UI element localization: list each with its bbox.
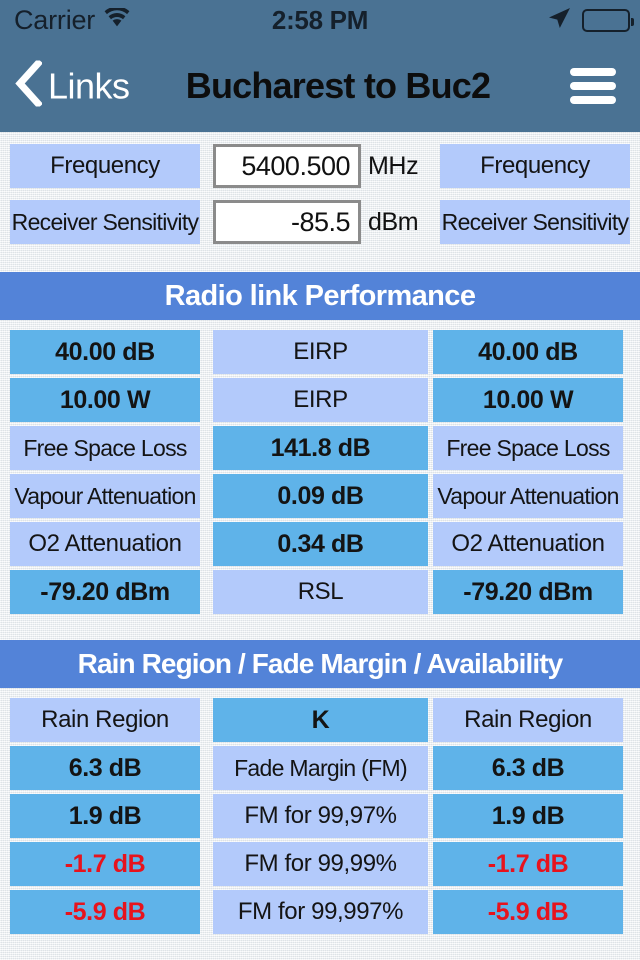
table-cell-left: Vapour Attenuation [10, 474, 200, 518]
right-label-receiver-sensitivity: Receiver Sensitivity [440, 200, 630, 244]
table-cell-right: O2 Attenuation [433, 522, 623, 566]
table-row: 6.3 dB Fade Margin (FM) 6.3 dB [10, 746, 630, 790]
hamburger-menu-icon[interactable] [570, 68, 616, 104]
page-title: Bucharest to Buc2 [185, 65, 491, 106]
table-cell-center: EIRP [213, 378, 428, 422]
table-cell-right: 10.00 W [433, 378, 623, 422]
table-cell-center: FM for 99,99% [213, 842, 428, 886]
table-cell-right: -5.9 dB [433, 890, 623, 934]
table-cell-left: O2 Attenuation [10, 522, 200, 566]
clock-label: 2:58 PM [271, 4, 369, 35]
table-row: Vapour Attenuation 0.09 dB Vapour Attenuat… [10, 474, 630, 518]
table-cell-center: FM for 99,997% [213, 890, 428, 934]
section-header-radio-link-performance: Radio link Performance [0, 272, 640, 320]
table-row: -5.9 dB FM for 99,997% -5.9 dB [10, 890, 630, 934]
table-cell-left: 6.3 dB [10, 746, 200, 790]
table-row: 1.9 dB FM for 99,97% 1.9 dB [10, 794, 630, 838]
location-arrow-icon [546, 6, 572, 35]
input-row-frequency: Frequency MHz Frequency [10, 142, 630, 190]
table-row: Free Space Loss 141.8 dB Free Space Loss [10, 426, 630, 470]
table-cell-center: K [213, 698, 428, 742]
table-cell-center: EIRP [213, 330, 428, 374]
frequency-input[interactable] [213, 144, 361, 188]
receiver-sensitivity-input[interactable] [213, 200, 361, 244]
main-content: Frequency MHz Frequency Receiver Sensiti… [0, 132, 640, 960]
app-screen: Carrier 2:58 PM Links Bucharest to Buc2 … [0, 0, 640, 960]
table-row: -79.20 dBm RSL -79.20 dBm [10, 570, 630, 614]
table-cell-left: -1.7 dB [10, 842, 200, 886]
section-header-rain-region: Rain Region / Fade Margin / Availability [0, 640, 640, 688]
left-label-receiver-sensitivity: Receiver Sensitivity [10, 200, 200, 244]
table-cell-right: 6.3 dB [433, 746, 623, 790]
table-row: O2 Attenuation 0.34 dB O2 Attenuation [10, 522, 630, 566]
navigation-bar: Links Bucharest to Buc2 [0, 40, 640, 132]
table-cell-right: Free Space Loss [433, 426, 623, 470]
status-bar-right [546, 6, 634, 35]
table-cell-left: Rain Region [10, 698, 200, 742]
frequency-field-wrap: MHz [213, 144, 428, 188]
left-label-frequency: Frequency [10, 144, 200, 188]
table-cell-left: -5.9 dB [10, 890, 200, 934]
table-row: Rain Region K Rain Region [10, 698, 630, 742]
table-cell-left: 1.9 dB [10, 794, 200, 838]
table-cell-right: -79.20 dBm [433, 570, 623, 614]
table-row: -1.7 dB FM for 99,99% -1.7 dB [10, 842, 630, 886]
receiver-sensitivity-unit-label: dBm [368, 207, 419, 236]
battery-full-icon [582, 8, 634, 32]
table-cell-center: 0.09 dB [213, 474, 428, 518]
table-cell-center: FM for 99,97% [213, 794, 428, 838]
table-cell-right: 1.9 dB [433, 794, 623, 838]
table-cell-center: RSL [213, 570, 428, 614]
status-bar: Carrier 2:58 PM [0, 0, 640, 40]
input-row-receiver-sensitivity: Receiver Sensitivity dBm Receiver Sensit… [10, 198, 630, 246]
inputs-block: Frequency MHz Frequency Receiver Sensiti… [0, 132, 640, 246]
table-cell-left: Free Space Loss [10, 426, 200, 470]
right-label-frequency: Frequency [440, 144, 630, 188]
table-cell-left: -79.20 dBm [10, 570, 200, 614]
table-cell-right: 40.00 dB [433, 330, 623, 374]
table-cell-right: Vapour Attenuation [433, 474, 623, 518]
table-cell-center: 141.8 dB [213, 426, 428, 470]
frequency-unit-label: MHz [368, 151, 419, 180]
table-radio-link-performance: 40.00 dB EIRP 40.00 dB 10.00 W EIRP 10.00 W Fr… [0, 320, 640, 614]
table-cell-center: Fade Margin (FM) [213, 746, 428, 790]
table-row: 10.00 W EIRP 10.00 W [10, 378, 630, 422]
table-rain-region: Rain Region K Rain Region 6.3 dB Fade Margin… [0, 688, 640, 934]
table-cell-right: Rain Region [433, 698, 623, 742]
receiver-sensitivity-field-wrap: dBm [213, 200, 428, 244]
table-cell-center: 0.34 dB [213, 522, 428, 566]
table-row: 40.00 dB EIRP 40.00 dB [10, 330, 630, 374]
table-cell-left: 40.00 dB [10, 330, 200, 374]
table-cell-right: -1.7 dB [433, 842, 623, 886]
table-cell-left: 10.00 W [10, 378, 200, 422]
